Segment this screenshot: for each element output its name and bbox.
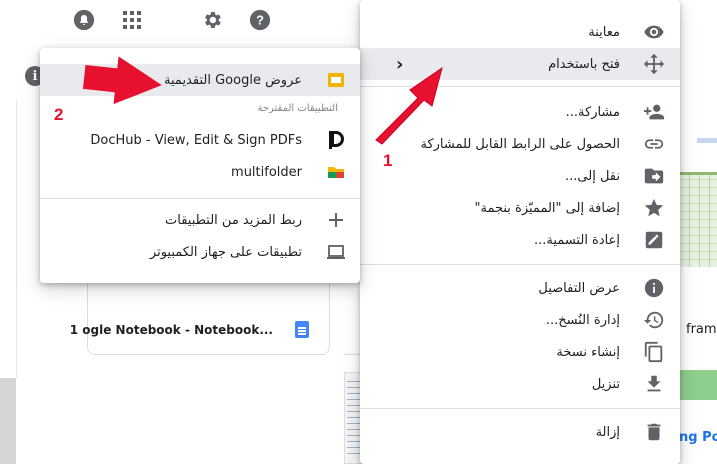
trash-icon xyxy=(642,420,666,444)
computer-apps[interactable]: تطبيقات على جهاز الكمبيوتر xyxy=(40,236,360,268)
eye-icon xyxy=(642,20,666,44)
history-icon xyxy=(642,308,666,332)
google-docs-icon xyxy=(295,321,309,338)
menu-item-remove[interactable]: إزالة xyxy=(360,416,680,448)
plus-icon xyxy=(324,208,348,232)
edit-pencil-icon xyxy=(642,228,666,252)
menu-item-make-copy[interactable]: إنشاء نسخة xyxy=(360,336,680,368)
open-with-dochub[interactable]: DocHub - View, Edit & Sign PDFs xyxy=(40,124,360,156)
help-icon[interactable]: ? xyxy=(248,8,272,32)
menu-item-rename[interactable]: إعادة التسمية... xyxy=(360,224,680,256)
file-card-title: 1 ogle Notebook - Notebook... xyxy=(69,323,273,337)
copy-icon xyxy=(642,340,666,364)
person-add-icon xyxy=(642,100,666,124)
download-icon xyxy=(642,372,666,396)
menu-item-add-star[interactable]: إضافة إلى "المميّزة بنجمة" xyxy=(360,192,680,224)
step-number-2: 2 xyxy=(54,105,64,124)
menu-item-download[interactable]: تنزيل xyxy=(360,368,680,400)
laptop-icon xyxy=(324,240,348,264)
red-arrow-2 xyxy=(82,56,162,105)
star-icon xyxy=(642,196,666,220)
dochub-icon xyxy=(324,128,348,152)
file-title-partial: framw xyxy=(686,322,717,337)
settings-gear-icon[interactable] xyxy=(200,8,224,32)
folder-move-icon xyxy=(642,164,666,188)
link-icon xyxy=(642,132,666,156)
menu-item-manage-versions[interactable]: إدارة النُسخ... xyxy=(360,304,680,336)
file-thumbnail-green[interactable] xyxy=(680,370,717,400)
menu-item-view-details[interactable]: عرض التفاصيل xyxy=(360,272,680,304)
open-with-multifolder[interactable]: multifolder xyxy=(40,156,360,188)
menu-item-preview[interactable]: معاينة xyxy=(360,16,680,48)
google-slides-icon xyxy=(324,68,348,92)
notifications-icon[interactable] xyxy=(72,8,96,32)
file-title-partial-2: ng Po xyxy=(679,430,717,445)
connect-more-apps[interactable]: ربط المزيد من التطبيقات xyxy=(40,204,360,236)
menu-item-move-to[interactable]: نقل إلى... xyxy=(360,160,680,192)
suggested-apps-heading: التطبيقات المقترحة xyxy=(257,103,338,114)
svg-text:?: ? xyxy=(256,13,264,28)
red-arrow-1 xyxy=(375,66,443,145)
move-arrows-icon xyxy=(642,52,666,76)
apps-grid-icon[interactable] xyxy=(120,8,144,32)
scrollbar-track[interactable] xyxy=(0,378,16,464)
info-icon xyxy=(642,276,666,300)
multifolder-icon xyxy=(324,160,348,184)
step-number-1: 1 xyxy=(383,151,393,170)
